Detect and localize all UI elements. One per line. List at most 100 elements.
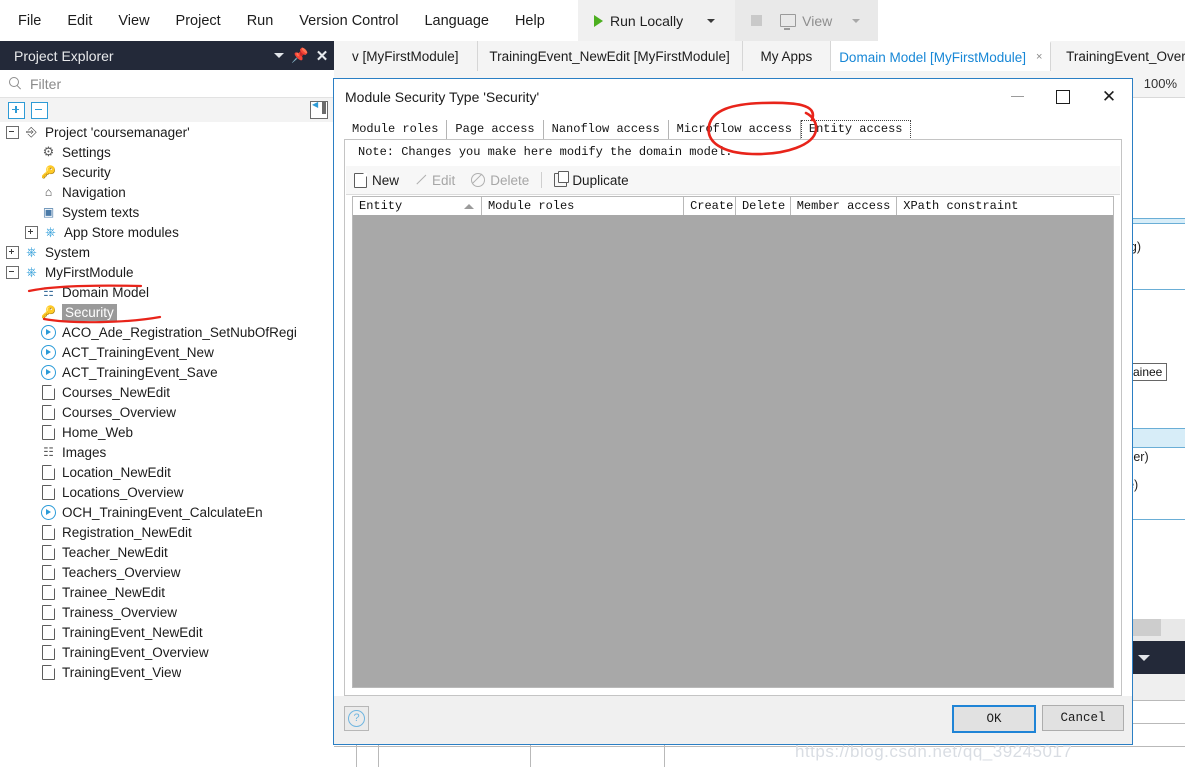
grid-column-header[interactable]: Create [684, 197, 736, 216]
menu-item-view[interactable]: View [106, 9, 161, 33]
editor-tab-label: TrainingEvent_NewEdit [MyFirstModule] [489, 48, 730, 64]
dock-left-icon[interactable] [310, 100, 328, 119]
tree-item[interactable]: ▣ System texts [0, 202, 334, 222]
cancel-button[interactable]: Cancel [1042, 705, 1124, 731]
menu-item-help[interactable]: Help [503, 9, 557, 33]
tree-item-label: ACO_Ade_Registration_SetNubOfRegi [62, 324, 297, 340]
tree-item[interactable]: Courses_NewEdit [0, 382, 334, 402]
tree-expander-spacer [25, 387, 36, 398]
tree-item[interactable]: 🔑 Security [0, 302, 334, 322]
expand-icon[interactable] [6, 245, 19, 259]
editor-tab[interactable]: v [MyFirstModule] [334, 41, 478, 71]
project-tree[interactable]: ⎆ Project 'coursemanager' ⚙ Settings 🔑 Securi… [0, 122, 334, 767]
tree-item[interactable]: OCH_TrainingEvent_CalculateEn [0, 502, 334, 522]
tree-item[interactable]: ⎆ Project 'coursemanager' [0, 122, 334, 142]
view-chevron-down-icon[interactable] [852, 18, 861, 23]
dialog-minimize-button[interactable] [994, 79, 1040, 114]
menu-item-file[interactable]: File [6, 9, 53, 33]
tree-item[interactable]: ☷ Images [0, 442, 334, 462]
dialog-tab[interactable]: Page access [447, 120, 544, 139]
expand-all-icon[interactable] [8, 101, 25, 119]
view-button[interactable]: View [774, 13, 838, 30]
filter-input[interactable]: Filter [30, 76, 61, 92]
editor-tab-bar[interactable]: v [MyFirstModule] TrainingEvent_NewEdit [… [334, 41, 1185, 72]
tree-item[interactable]: Courses_Overview [0, 402, 334, 422]
log-chevron-down-icon[interactable] [1138, 655, 1150, 661]
filter-row[interactable]: Filter [0, 70, 334, 98]
tree-item[interactable]: ⎈ App Store modules [0, 222, 334, 242]
tree-item[interactable]: TrainingEvent_NewEdit [0, 622, 334, 642]
editor-tab[interactable]: Domain Model [MyFirstModule] × [831, 41, 1052, 71]
tree-item[interactable]: ACT_TrainingEvent_New [0, 342, 334, 362]
tree-item[interactable]: Registration_NewEdit [0, 522, 334, 542]
tree-item[interactable]: Trainess_Overview [0, 602, 334, 622]
tree-item[interactable]: ☷ Domain Model [0, 282, 334, 302]
collapse-icon[interactable] [6, 125, 19, 139]
dialog-tab[interactable]: Module roles [344, 120, 448, 139]
grid-column-header[interactable]: XPath constraint [897, 197, 1113, 216]
panel-close-icon[interactable]: ✕ [310, 47, 334, 65]
menu-item-language[interactable]: Language [412, 9, 501, 33]
key-icon: 🔑 [41, 305, 56, 319]
grid-column-header[interactable]: Member access [791, 197, 898, 216]
menu-item-run[interactable]: Run [235, 9, 286, 33]
tree-item[interactable]: ACT_TrainingEvent_Save [0, 362, 334, 382]
tree-item[interactable]: ⎈ System [0, 242, 334, 262]
editor-tab[interactable]: My Apps [742, 41, 832, 71]
editor-tab[interactable]: TrainingEvent_Overv [1051, 41, 1185, 71]
entity-access-grid-body[interactable] [352, 215, 1114, 688]
tree-item[interactable]: ⚙ Settings [0, 142, 334, 162]
menu-item-edit[interactable]: Edit [55, 9, 104, 33]
edit-button[interactable]: Edit [407, 173, 463, 188]
new-label: New [372, 172, 400, 188]
tree-expander-spacer [25, 147, 36, 158]
grid-column-header[interactable]: Delete [736, 197, 791, 216]
tree-item-label: Home_Web [62, 424, 134, 440]
grid-column-header[interactable]: Entity [353, 197, 482, 216]
panel-chevron-down-icon[interactable] [274, 53, 284, 58]
tree-expander-spacer [25, 607, 36, 618]
ok-button[interactable]: OK [952, 705, 1036, 733]
help-button[interactable]: ? [344, 706, 369, 731]
tree-item[interactable]: Teacher_NewEdit [0, 542, 334, 562]
tree-item[interactable]: Locations_Overview [0, 482, 334, 502]
page-icon [40, 604, 57, 620]
tree-expander-spacer [25, 487, 36, 498]
collapse-all-icon[interactable] [31, 101, 48, 119]
stop-square-icon[interactable] [751, 15, 763, 26]
page-icon [40, 464, 57, 480]
grid-column-header[interactable]: Module roles [482, 197, 685, 216]
log-tab-placeholder[interactable] [1131, 619, 1161, 636]
tree-item[interactable]: Location_NewEdit [0, 462, 334, 482]
dialog-tab-strip[interactable]: Module roles Page access Nanoflow access Mi… [344, 119, 1122, 140]
expand-icon[interactable] [25, 225, 38, 239]
dialog-maximize-button[interactable] [1040, 79, 1086, 114]
entity-access-grid-header[interactable]: Entity Module roles Create Delete Member acc… [352, 196, 1114, 217]
tree-item[interactable]: Teachers_Overview [0, 562, 334, 582]
tree-expander-spacer [25, 347, 36, 358]
run-locally-button[interactable]: Run Locally [584, 13, 693, 29]
delete-button[interactable]: Delete [463, 173, 537, 188]
dialog-command-bar: New Edit Delete Duplicate [346, 166, 1120, 195]
tree-item[interactable]: ⌂ Navigation [0, 182, 334, 202]
tree-item[interactable]: 🔑 Security [0, 162, 334, 182]
tree-item[interactable]: TrainingEvent_View [0, 662, 334, 682]
menu-item-project[interactable]: Project [164, 9, 233, 33]
menu-item-version-control[interactable]: Version Control [287, 9, 410, 33]
editor-tab[interactable]: TrainingEvent_NewEdit [MyFirstModule] [477, 41, 743, 71]
tree-item[interactable]: Trainee_NewEdit [0, 582, 334, 602]
tree-item[interactable]: ACO_Ade_Registration_SetNubOfRegi [0, 322, 334, 342]
dialog-close-button[interactable]: ✕ [1086, 79, 1132, 114]
dialog-tab[interactable]: Microflow access [669, 120, 801, 139]
collapse-icon[interactable] [6, 265, 19, 279]
dialog-tab[interactable]: Nanoflow access [544, 120, 669, 139]
pin-icon[interactable]: 📌 [290, 47, 310, 64]
dialog-tab[interactable]: Entity access [800, 120, 911, 140]
tree-item[interactable]: ⎈ MyFirstModule [0, 262, 334, 282]
duplicate-button[interactable]: Duplicate [546, 171, 636, 188]
editor-tab-close-icon[interactable]: × [1036, 51, 1042, 63]
tree-item[interactable]: Home_Web [0, 422, 334, 442]
tree-item[interactable]: TrainingEvent_Overview [0, 642, 334, 662]
run-locally-chevron-down-icon[interactable] [707, 18, 716, 23]
new-button[interactable]: New [346, 172, 407, 188]
